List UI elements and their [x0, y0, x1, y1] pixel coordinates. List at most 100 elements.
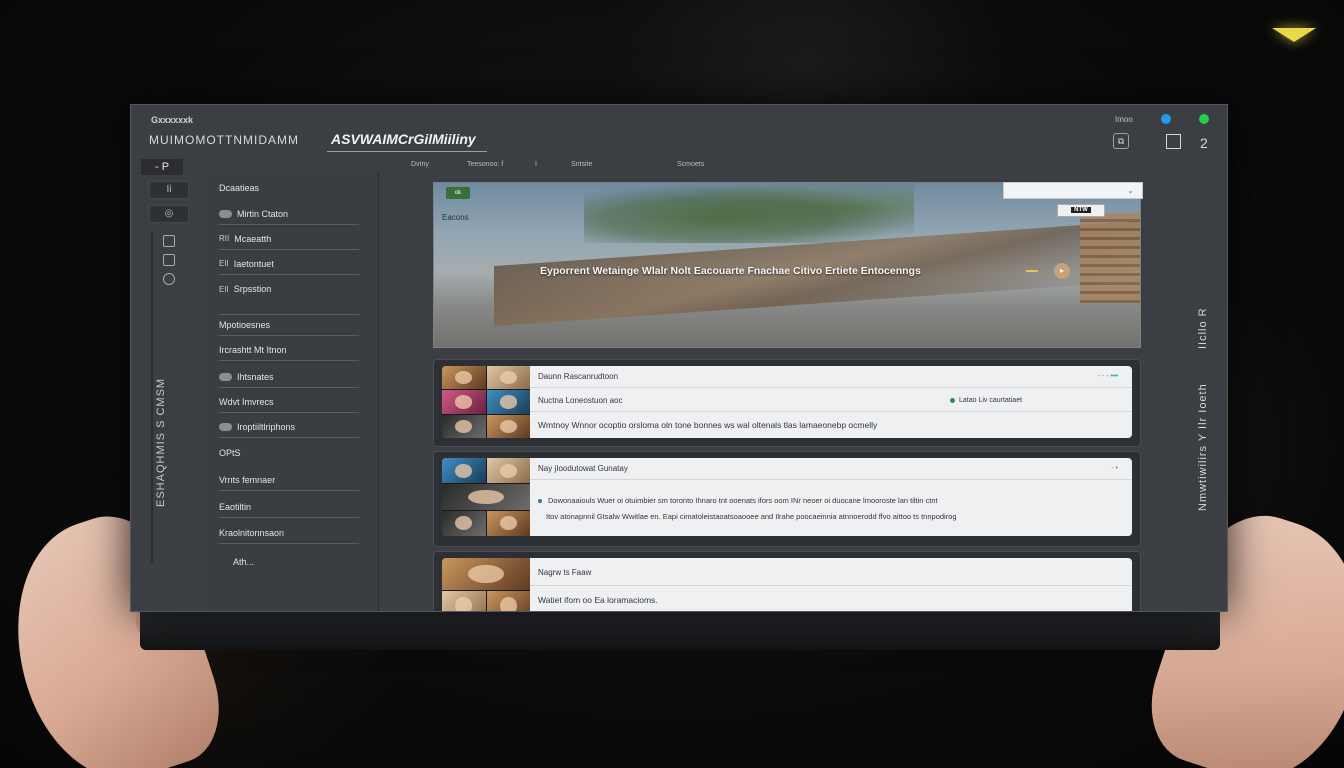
card-title: Nay jIoodutowat Gunatay — [538, 464, 628, 473]
sidebar-item-label: OPtS — [219, 448, 241, 458]
card-thumbnails[interactable] — [442, 558, 530, 611]
participant-thumbnail[interactable] — [442, 510, 486, 536]
card-description: Watiet ifom oo Ea loramacioms. — [538, 595, 658, 605]
participant-thumbnail[interactable] — [442, 590, 486, 611]
play-icon[interactable]: ▸ — [1054, 263, 1070, 279]
card-status-text: Latao Liv caurtatiaet — [959, 397, 1023, 404]
participant-thumbnail[interactable] — [486, 590, 530, 611]
sidebar-item-label: Ihtsnates — [237, 371, 274, 382]
sidebar-item-mini: EII — [219, 259, 229, 268]
participant-thumbnail[interactable] — [442, 390, 486, 414]
participant-thumbnail[interactable] — [486, 366, 530, 390]
card-thumbnails[interactable] — [442, 366, 530, 438]
card-actions-dashes: - - - — [1097, 373, 1109, 380]
green-status-icon[interactable] — [1199, 114, 1209, 124]
sidebar-item-label: Iroptiiltlriphons — [237, 421, 296, 432]
card-thumbnails[interactable] — [442, 458, 530, 536]
participant-thumbnail[interactable] — [442, 558, 530, 590]
sidebar-item-mini: EII — [219, 284, 229, 294]
sidebar-item-8[interactable]: Wdvt Imvrecs — [219, 391, 359, 413]
sidebar-item-3[interactable]: EII Iaetontuet — [219, 253, 359, 275]
icon-rail: - P Ii ◎ ESHAQHMIS S CMSM — [137, 157, 189, 563]
sidebar-item-12[interactable]: Eaotiltin — [219, 496, 359, 518]
video-card-2[interactable]: Nay jIoodutowat Gunatay - • Dowonaaiouls… — [442, 458, 1132, 536]
participant-thumbnail[interactable] — [486, 414, 530, 438]
hero-chip[interactable]: NTW — [1057, 204, 1105, 217]
hero-badge: ok — [446, 187, 470, 199]
sidebar-item-label: Vrnts femnaer — [219, 474, 276, 485]
sidebar-item-label: Wdvt Imvrecs — [219, 396, 274, 407]
blue-status-icon[interactable] — [1161, 114, 1171, 124]
rail-toggle[interactable]: - P — [141, 159, 183, 175]
tab-4[interactable]: Sntsite — [571, 161, 592, 168]
sidebar-heading: Dcaatieas — [219, 177, 359, 199]
video-card-3[interactable]: Nagrw ts Faaw Watiet ifom oo Ea loramaci… — [442, 558, 1132, 611]
toggle-icon[interactable] — [219, 372, 232, 381]
sidebar-item-11[interactable]: Vrnts femnaer — [219, 469, 359, 491]
app-brand[interactable]: ASVWAIMCrGilMiiliny — [331, 131, 476, 147]
title-bar: Gxxxxxxk MUIMOMOTTNMIDAMM ASVWAIMCrGilMi… — [131, 105, 1227, 165]
settings-icon[interactable] — [163, 273, 175, 285]
maximize-icon[interactable] — [1166, 134, 1181, 149]
participant-thumbnail[interactable] — [442, 484, 530, 510]
image-icon[interactable] — [163, 235, 175, 247]
card-description: Wmtnoy Wnnor ocoptio orsloma oln tone bo… — [538, 420, 878, 430]
more-icon[interactable]: ••• — [1111, 373, 1118, 380]
sidebar-item-5[interactable]: Mpotioesnes — [219, 314, 359, 336]
sidebar-item-label: Dcaatieas — [219, 183, 260, 193]
participant-thumbnail[interactable] — [486, 390, 530, 414]
sidebar-item-13[interactable]: Kraolnitonnsaon — [219, 522, 359, 544]
sidebar-item-4[interactable]: EII Srpsstion — [219, 278, 359, 300]
right-vertical-label-bottom: Nmwtiwilirs Y Ilr Ioeth — [1197, 383, 1209, 511]
rail-button-grid[interactable]: Ii — [149, 181, 189, 199]
sidebar-item-10[interactable]: OPtS — [219, 442, 359, 464]
sidebar-item-2[interactable]: RII Mcaeatth — [219, 228, 359, 250]
hero-accent-line — [1026, 270, 1038, 272]
hero-wood — [1080, 213, 1140, 303]
card-header: Nagrw ts Faaw — [530, 562, 1132, 586]
rail-divider — [151, 233, 153, 563]
hero-dropdown[interactable]: ⌄ — [1003, 182, 1143, 199]
participant-thumbnail[interactable] — [442, 366, 486, 390]
card-subtitle: Nuctna Loneostuon aoc — [538, 396, 623, 405]
hero-banner[interactable]: ok Eacons Eyporrent Wetainge Wlalr Nolt … — [433, 182, 1141, 348]
participant-thumbnail[interactable] — [442, 414, 486, 438]
tab-3[interactable]: I — [535, 161, 537, 168]
copy-icon[interactable]: ⧉ — [1113, 133, 1129, 149]
card-header: Nay jIoodutowat Gunatay - • — [530, 460, 1132, 480]
sidebar-item-label: Mpotioesnes — [219, 320, 271, 330]
toggle-icon[interactable] — [219, 422, 232, 431]
card-subrow: Nuctna Loneostuon aoc Latao Liv caurtati… — [530, 390, 1132, 412]
tab-1[interactable]: Dvtny — [411, 161, 429, 168]
tab-5[interactable]: Scmoets — [677, 161, 704, 168]
card-actions[interactable]: - - - ••• — [1098, 368, 1118, 386]
document-icon[interactable] — [163, 254, 175, 266]
card-container-3: Nagrw ts Faaw Watiet ifom oo Ea loramaci… — [433, 551, 1141, 611]
tab-2[interactable]: Teesonoo: f — [467, 161, 503, 168]
participant-thumbnail[interactable] — [486, 510, 530, 536]
window-label: Imoo — [1115, 115, 1133, 124]
participant-thumbnail[interactable] — [486, 458, 530, 484]
sidebar-item-more[interactable]: Ath... — [233, 551, 373, 573]
sidebar-item-7[interactable]: Ihtsnates — [219, 366, 359, 388]
app-window: Gxxxxxxk MUIMOMOTTNMIDAMM ASVWAIMCrGilMi… — [130, 104, 1228, 612]
card-title: Daunn Rascanrudtoon — [538, 372, 619, 381]
sidebar-item-label: Mcaeatth — [234, 233, 272, 244]
video-card-1[interactable]: Daunn Rascanrudtoon - - - ••• Nuctna Lon… — [442, 366, 1132, 438]
sidebar-item-label: Kraolnitonnsaon — [219, 527, 285, 538]
card-status: Latao Liv caurtatiaet — [950, 390, 1023, 411]
toggle-icon[interactable] — [219, 209, 232, 218]
app-name: Gxxxxxxk — [151, 115, 194, 125]
hero-trees — [584, 183, 914, 243]
card-actions[interactable]: - • — [1111, 460, 1118, 478]
rail-button-circle[interactable]: ◎ — [149, 205, 189, 223]
participant-thumbnail[interactable] — [442, 458, 486, 484]
sidebar-item-6[interactable]: Ircrashtt Mt Itnon — [219, 339, 359, 361]
right-vertical-label-top: IIcllo R — [1197, 307, 1209, 349]
sidebar-item-mini: RII — [219, 234, 230, 243]
sidebar-item-9[interactable]: Iroptiiltlriphons — [219, 416, 359, 438]
sidebar-item-label: Mirtin Ctaton — [237, 208, 289, 219]
sidebar-item-label: Ircrashtt Mt Itnon — [219, 344, 287, 355]
sidebar-item-1[interactable]: Mirtin Ctaton — [219, 203, 359, 225]
status-dot-icon — [950, 397, 955, 403]
